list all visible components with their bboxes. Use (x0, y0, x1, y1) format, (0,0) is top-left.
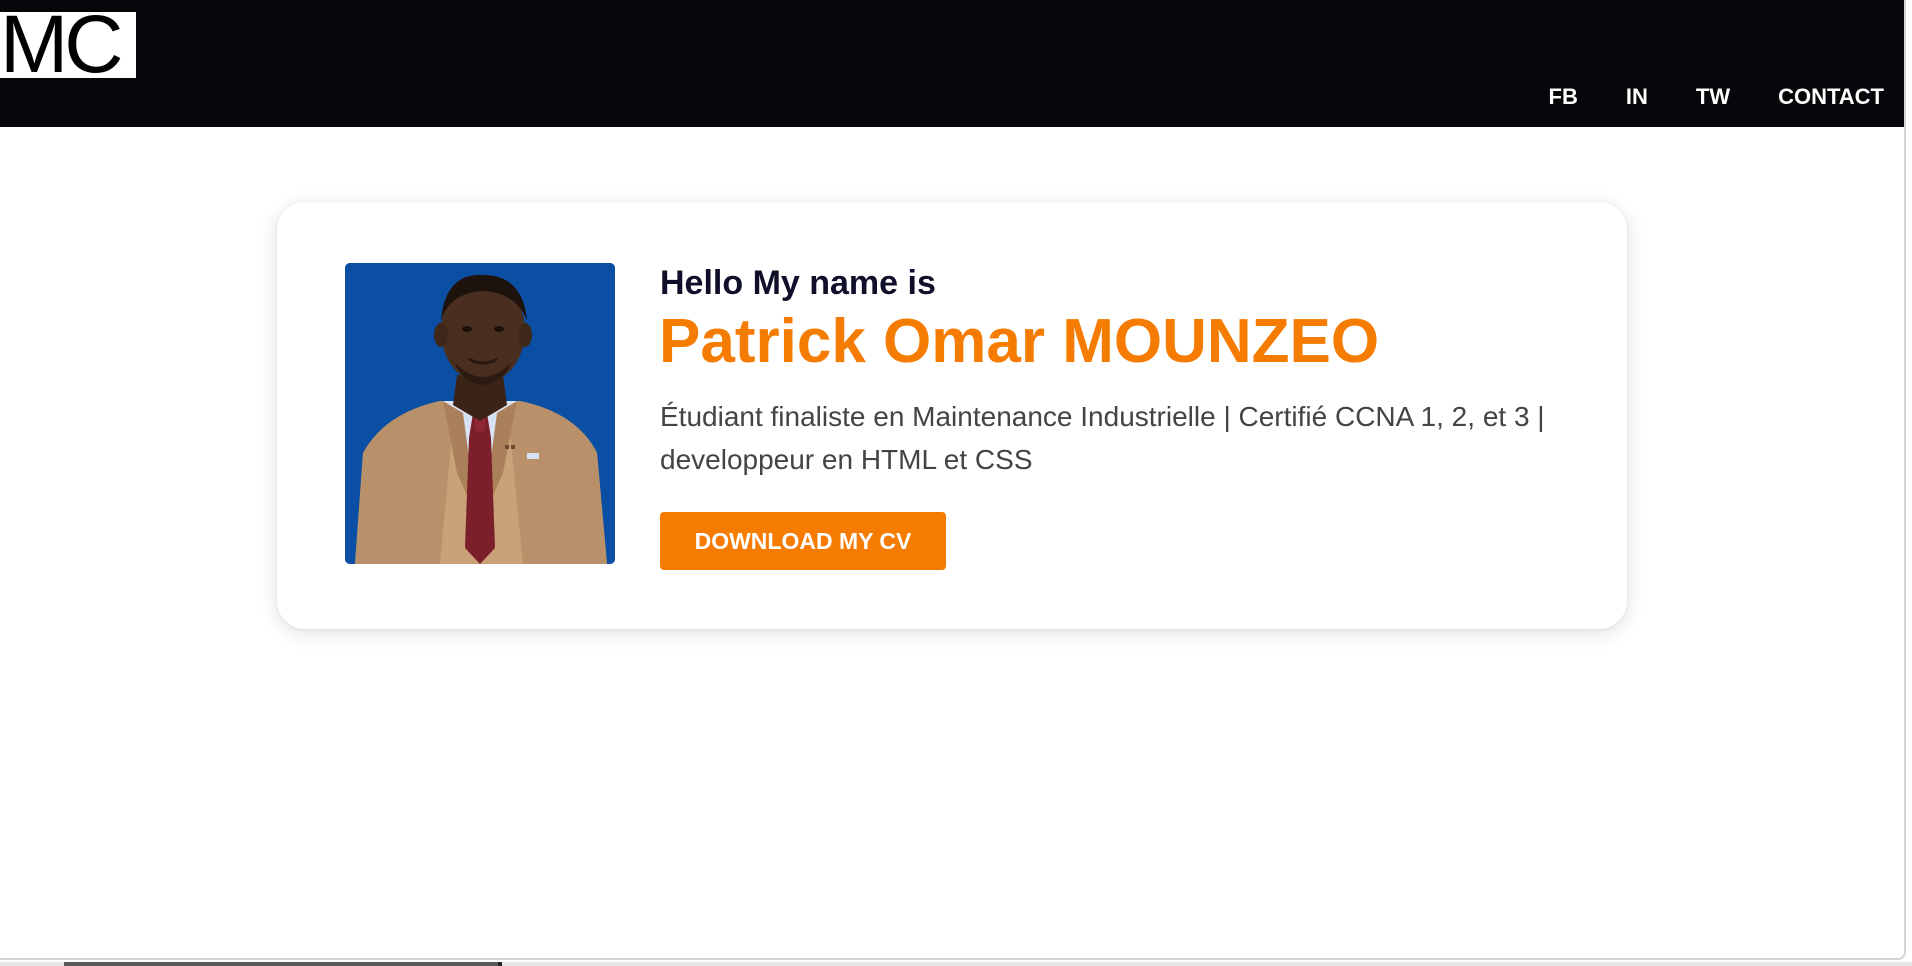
browser-viewport: MC FB IN TW CONTACT Hello My name is Pat… (0, 0, 1906, 960)
logo[interactable]: MC (0, 12, 136, 78)
taskbar-strip (0, 962, 1912, 966)
nav-link-contact[interactable]: CONTACT (1778, 84, 1884, 110)
navbar: MC FB IN TW CONTACT (0, 0, 1904, 127)
taskbar-segment (64, 962, 498, 966)
profile-photo (345, 263, 615, 564)
person-name: Patrick Omar MOUNZEO (659, 307, 1380, 376)
profile-card: Hello My name is Patrick Omar MOUNZEO Ét… (277, 202, 1627, 629)
greeting-text: Hello My name is (660, 264, 936, 302)
taskbar-divider (498, 962, 502, 966)
profile-description: Étudiant finaliste en Maintenance Indust… (660, 401, 1545, 475)
nav-link-tw[interactable]: TW (1696, 84, 1730, 110)
nav-links: FB IN TW CONTACT (1501, 84, 1884, 110)
download-cv-button[interactable]: DOWNLOAD MY CV (660, 512, 946, 570)
profile-photo-illustration (345, 263, 615, 564)
nav-link-in[interactable]: IN (1626, 84, 1648, 110)
nav-link-fb[interactable]: FB (1549, 84, 1578, 110)
